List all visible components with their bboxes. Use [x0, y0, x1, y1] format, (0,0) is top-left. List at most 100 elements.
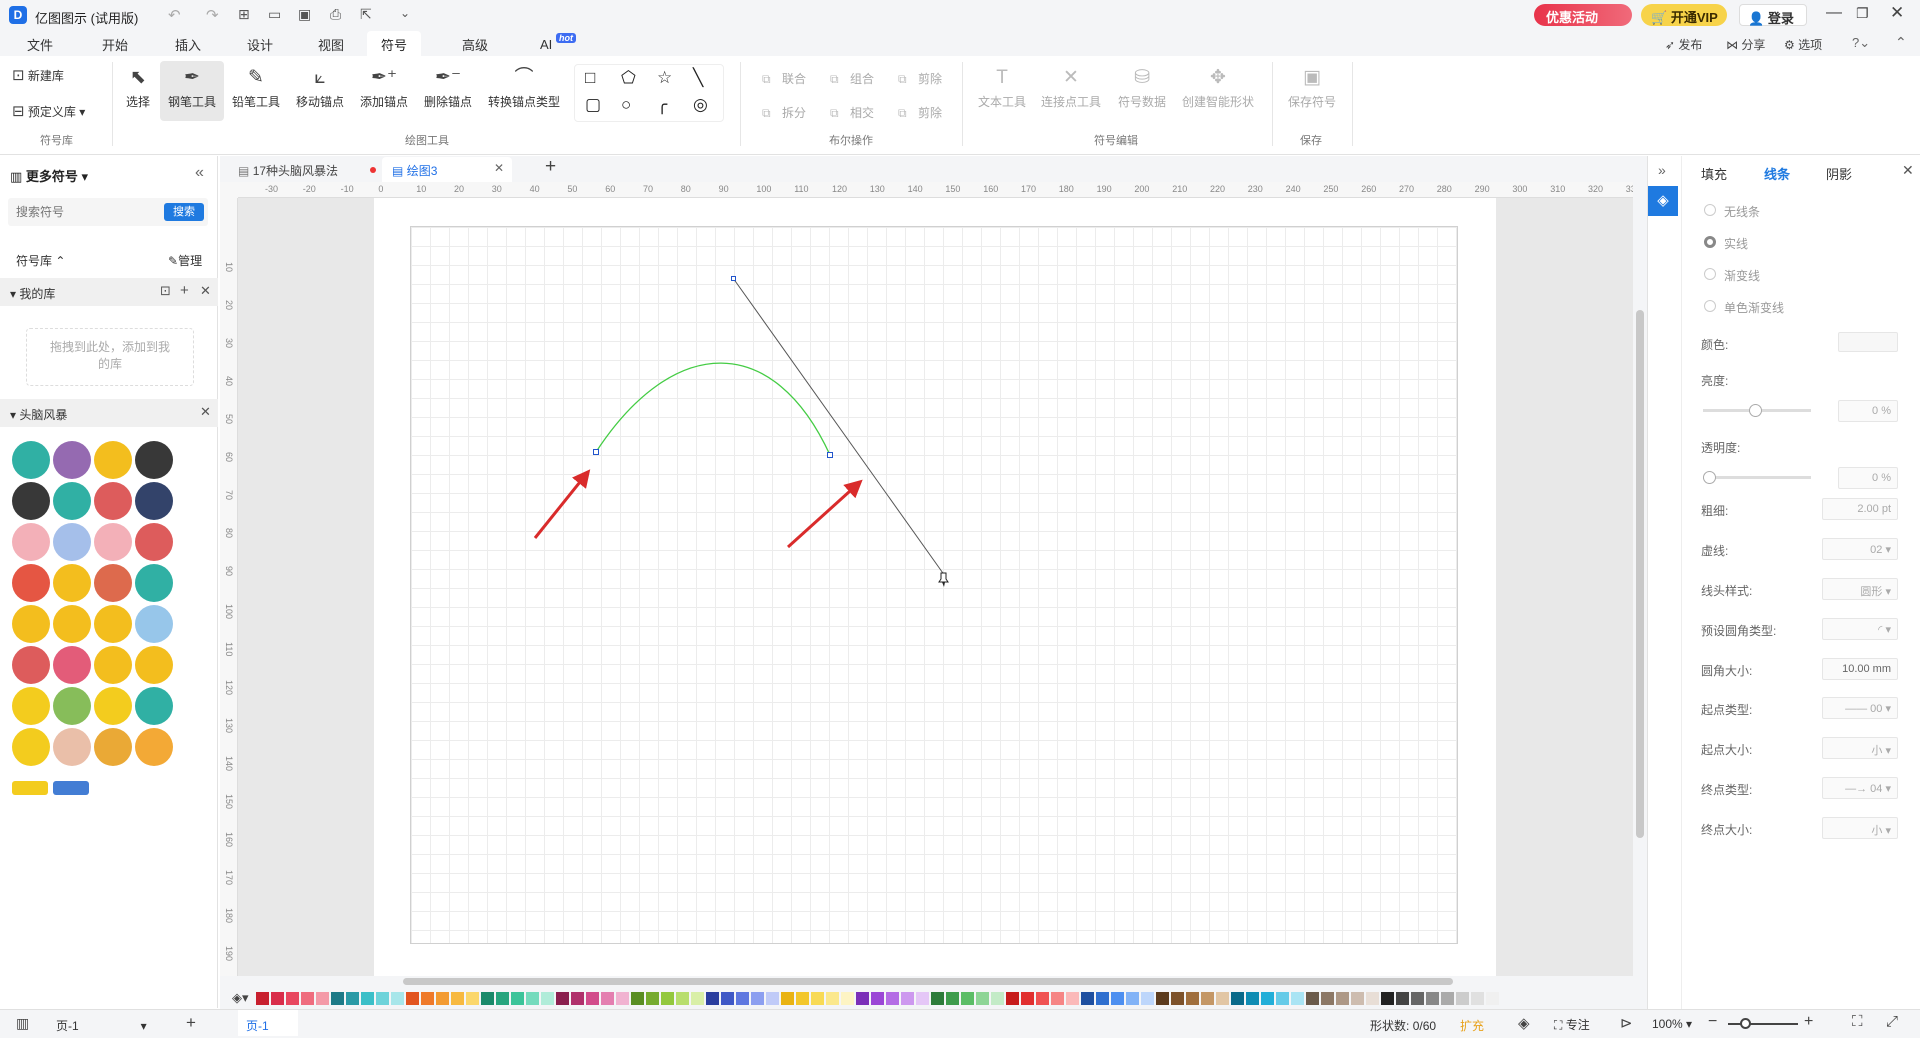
color-swatch[interactable]	[646, 992, 659, 1005]
line-icon[interactable]: ╲	[693, 68, 703, 88]
pencil-tool-button[interactable]: ✎ 铅笔工具	[232, 66, 280, 110]
color-swatch[interactable]	[331, 992, 344, 1005]
brainstorm-symbol-icon[interactable]	[94, 482, 132, 520]
color-swatch[interactable]	[736, 992, 749, 1005]
color-swatch[interactable]	[916, 992, 929, 1005]
line-color-picker[interactable]	[1838, 332, 1898, 352]
subtract-button[interactable]: ⧉ 剪除	[898, 70, 942, 87]
add-icon[interactable]: +	[180, 282, 189, 299]
end-size-select[interactable]: 小 ▾	[1822, 817, 1898, 839]
corner-size-field[interactable]: 10.00 mm	[1822, 658, 1898, 680]
color-swatch[interactable]	[826, 992, 839, 1005]
color-swatch[interactable]	[361, 992, 374, 1005]
vertical-scrollbar[interactable]	[1633, 182, 1647, 976]
split-button[interactable]: ⧉ 拆分	[762, 104, 806, 121]
export-icon[interactable]: ⇱	[360, 6, 372, 23]
play-icon[interactable]: ⊳	[1620, 1014, 1633, 1032]
manage-button[interactable]: ✎管理	[168, 252, 202, 269]
color-swatch[interactable]	[1006, 992, 1019, 1005]
radio-gradient-line[interactable]	[1704, 268, 1716, 280]
color-swatch[interactable]	[1366, 992, 1379, 1005]
zoom-out-icon[interactable]: −	[1708, 1013, 1717, 1031]
search-button[interactable]: 搜索	[164, 203, 204, 221]
color-swatch[interactable]	[451, 992, 464, 1005]
collapse-ribbon-icon[interactable]: ⌃	[1895, 34, 1907, 51]
brainstorm-symbol-icon[interactable]	[53, 728, 91, 766]
color-swatch[interactable]	[1126, 992, 1139, 1005]
color-swatch[interactable]	[466, 992, 479, 1005]
menu-view[interactable]: 视图	[318, 35, 344, 54]
color-swatch[interactable]	[256, 992, 269, 1005]
start-type-select[interactable]: —— 00 ▾	[1822, 697, 1898, 719]
color-swatch[interactable]	[1186, 992, 1199, 1005]
cap-style-select[interactable]: 圆形 ▾	[1822, 578, 1898, 600]
move-anchor-button[interactable]: ⟀ 移动锚点	[296, 66, 344, 110]
brainstorm-symbol-icon[interactable]	[53, 646, 91, 684]
color-swatch[interactable]	[1321, 992, 1334, 1005]
color-swatch[interactable]	[1066, 992, 1079, 1005]
symbol-lib-label[interactable]: 符号库 ⌃	[16, 252, 65, 269]
color-swatch[interactable]	[1111, 992, 1124, 1005]
color-swatch[interactable]	[856, 992, 869, 1005]
color-swatch[interactable]	[316, 992, 329, 1005]
brainstorm-symbol-icon[interactable]	[12, 564, 50, 602]
brainstorm-header[interactable]: ▾ 头脑风暴 ✕	[0, 399, 218, 427]
drop-zone[interactable]: 拖拽到此处，添加到我的库	[26, 328, 194, 386]
page-selector[interactable]: 页-1 ▾	[56, 1017, 147, 1034]
color-swatch[interactable]	[1051, 992, 1064, 1005]
brainstorm-symbol-icon[interactable]	[53, 564, 91, 602]
vertical-scroll-thumb[interactable]	[1636, 310, 1644, 838]
dash-select[interactable]: 02 ▾	[1822, 538, 1898, 560]
publish-button[interactable]: ➶ 发布	[1665, 36, 1702, 53]
color-swatch[interactable]	[661, 992, 674, 1005]
color-swatch[interactable]	[436, 992, 449, 1005]
color-swatch[interactable]	[1096, 992, 1109, 1005]
zoom-level[interactable]: 100% ▾	[1652, 1017, 1692, 1031]
color-swatch[interactable]	[1336, 992, 1349, 1005]
canvas-area[interactable]	[238, 198, 1633, 976]
color-swatch[interactable]	[541, 992, 554, 1005]
color-swatch[interactable]	[286, 992, 299, 1005]
radio-solid-line[interactable]	[1704, 236, 1716, 248]
color-swatch[interactable]	[931, 992, 944, 1005]
spiral-icon[interactable]: ◎	[693, 95, 708, 115]
arc-icon[interactable]: ╭	[657, 95, 667, 115]
print-icon[interactable]: ⎙	[330, 6, 341, 23]
color-swatch[interactable]	[526, 992, 539, 1005]
brainstorm-symbol-icon[interactable]	[94, 728, 132, 766]
pen-tool-button[interactable]: ✒ 钢笔工具	[160, 61, 224, 121]
drawing-svg[interactable]	[374, 198, 1496, 976]
login-button[interactable]: 👤 登录	[1739, 4, 1807, 26]
brainstorm-symbol-icon[interactable]	[12, 605, 50, 643]
close-icon[interactable]: ✕	[200, 283, 211, 299]
color-swatch[interactable]	[901, 992, 914, 1005]
select-tool-button[interactable]: ⬉ 选择	[126, 66, 150, 110]
color-swatch[interactable]	[1156, 992, 1169, 1005]
predefined-library-button[interactable]: ⊟ 预定义库 ▾	[12, 102, 85, 120]
color-swatch[interactable]	[346, 992, 359, 1005]
smart-shape-button[interactable]: ✥ 创建智能形状	[1182, 66, 1254, 110]
color-swatch[interactable]	[406, 992, 419, 1005]
color-swatch[interactable]	[1021, 992, 1034, 1005]
tab-brainstorm-doc[interactable]: ▤ 17种头脑风暴法	[230, 158, 378, 182]
radio-no-line[interactable]	[1704, 204, 1716, 216]
brainstorm-symbol-icon[interactable]	[53, 523, 91, 561]
connector-tool-button[interactable]: ✕ 连接点工具	[1041, 66, 1101, 110]
color-swatch[interactable]	[1276, 992, 1289, 1005]
close-tab-icon[interactable]: ✕	[494, 161, 504, 175]
brainstorm-symbol-icon[interactable]	[94, 605, 132, 643]
transparency-slider-track[interactable]	[1703, 476, 1811, 479]
color-swatch[interactable]	[391, 992, 404, 1005]
brainstorm-symbol-icon[interactable]	[135, 564, 173, 602]
more-symbols-header[interactable]: ▥ 更多符号 ▾	[10, 166, 88, 185]
color-swatch[interactable]	[1471, 992, 1484, 1005]
start-size-select[interactable]: 小 ▾	[1822, 737, 1898, 759]
my-library-header[interactable]: ▾ 我的库 ⊡ + ✕	[0, 278, 218, 306]
open-icon[interactable]: ▭	[268, 6, 281, 23]
menu-ai[interactable]: AI	[540, 37, 552, 52]
symbol-search-input[interactable]	[8, 198, 158, 226]
brainstorm-symbol-icon[interactable]	[12, 646, 50, 684]
radio-mono-gradient[interactable]	[1704, 300, 1716, 312]
union-button[interactable]: ⧉ 联合	[762, 70, 806, 87]
drawing-page[interactable]	[374, 198, 1496, 976]
